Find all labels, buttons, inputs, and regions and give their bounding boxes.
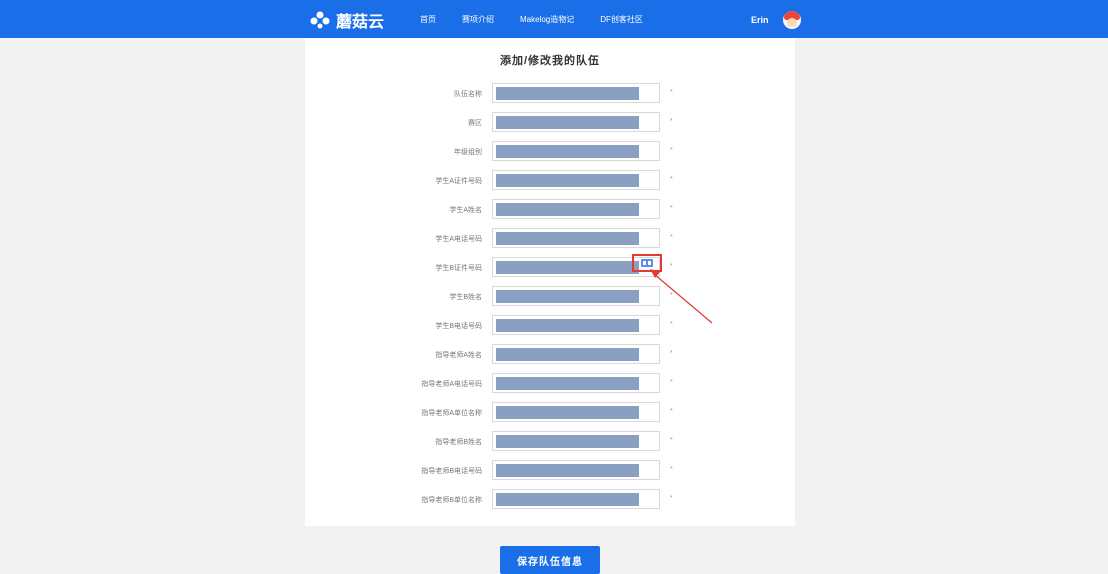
- required-mark: *: [670, 118, 673, 125]
- field-label: 指导老师B电话号码: [421, 468, 482, 475]
- field-label: 指导老师B单位名称: [421, 497, 482, 504]
- form-row: 学生A姓名 *: [305, 199, 795, 221]
- form-row: 队伍名称 *: [305, 83, 795, 105]
- save-team-button[interactable]: 保存队伍信息: [500, 546, 600, 574]
- redacted-value: [496, 435, 639, 448]
- field-label: 指导老师A单位名称: [421, 410, 482, 417]
- form-row: 赛区 *: [305, 112, 795, 134]
- text-input[interactable]: [492, 286, 660, 306]
- redacted-value: [496, 203, 639, 216]
- redacted-value: [496, 87, 639, 100]
- required-mark: *: [670, 379, 673, 386]
- redacted-value: [496, 348, 639, 361]
- form-row: 指导老师A姓名 *: [305, 344, 795, 366]
- text-input[interactable]: [492, 489, 660, 509]
- field-label: 学生B证件号码: [435, 265, 482, 272]
- text-input[interactable]: [492, 199, 660, 219]
- required-mark: *: [670, 263, 673, 270]
- field-label: 学生B电话号码: [435, 323, 482, 330]
- redacted-value: [496, 290, 639, 303]
- site-logo[interactable]: 蘑菇云: [310, 10, 385, 31]
- nav-makelog[interactable]: Makelog造物记: [520, 14, 574, 25]
- id-card-icon[interactable]: [641, 259, 653, 267]
- form-row: 年级组别 *: [305, 141, 795, 163]
- redacted-value: [496, 116, 639, 129]
- main-nav: 首页 赛项介绍 Makelog造物记 DF创客社区: [420, 14, 643, 25]
- required-mark: *: [670, 408, 673, 415]
- required-mark: *: [670, 205, 673, 212]
- field-label: 年级组别: [454, 149, 482, 156]
- nav-home[interactable]: 首页: [420, 14, 436, 25]
- redacted-value: [496, 493, 639, 506]
- avatar[interactable]: [782, 11, 801, 29]
- redacted-value: [496, 406, 639, 419]
- logo-text: 蘑菇云: [336, 14, 385, 31]
- text-input[interactable]: [492, 373, 660, 393]
- field-label: 赛区: [468, 120, 482, 127]
- redacted-value: [496, 464, 639, 477]
- redacted-value: [496, 377, 639, 390]
- required-mark: *: [670, 234, 673, 241]
- team-form-card: 添加/修改我的队伍 队伍名称 * 赛区 * 年级组别 * 学生A证件号码 * 学生A姓名 * 学生A…: [305, 38, 795, 526]
- field-label: 学生A证件号码: [435, 178, 482, 185]
- required-mark: *: [670, 437, 673, 444]
- text-input[interactable]: [492, 344, 660, 364]
- field-label: 指导老师A电话号码: [421, 381, 482, 388]
- form-row: 学生B电话号码 *: [305, 315, 795, 337]
- required-mark: *: [670, 89, 673, 96]
- field-label: 学生B姓名: [449, 294, 482, 301]
- redacted-value: [496, 145, 639, 158]
- text-input[interactable]: [492, 315, 660, 335]
- text-input[interactable]: [492, 402, 660, 422]
- required-mark: *: [670, 495, 673, 502]
- form-row: 学生B姓名 *: [305, 286, 795, 308]
- redacted-value: [496, 261, 639, 274]
- redacted-value: [496, 319, 639, 332]
- text-input[interactable]: [492, 228, 660, 248]
- required-mark: *: [670, 292, 673, 299]
- form-row: 学生B证件号码 *: [305, 257, 795, 279]
- redacted-value: [496, 174, 639, 187]
- form-row: 指导老师A单位名称 *: [305, 402, 795, 424]
- text-input[interactable]: [492, 112, 660, 132]
- form-row: 指导老师B电话号码 *: [305, 460, 795, 482]
- required-mark: *: [670, 321, 673, 328]
- required-mark: *: [670, 350, 673, 357]
- required-mark: *: [670, 466, 673, 473]
- top-nav-bar: 蘑菇云 首页 赛项介绍 Makelog造物记 DF创客社区 Erin: [0, 0, 1108, 38]
- nav-competition-intro[interactable]: 赛项介绍: [462, 14, 494, 25]
- field-label: 指导老师A姓名: [435, 352, 482, 359]
- required-mark: *: [670, 176, 673, 183]
- field-label: 队伍名称: [454, 91, 482, 98]
- required-mark: *: [670, 147, 673, 154]
- field-label: 学生A电话号码: [435, 236, 482, 243]
- text-input[interactable]: [492, 431, 660, 451]
- form-row: 指导老师B姓名 *: [305, 431, 795, 453]
- text-input[interactable]: [492, 83, 660, 103]
- text-input[interactable]: [492, 141, 660, 161]
- form-row: 学生A证件号码 *: [305, 170, 795, 192]
- form-row: 指导老师A电话号码 *: [305, 373, 795, 395]
- form-row: 学生A电话号码 *: [305, 228, 795, 250]
- mushroom-logo-icon: [310, 11, 330, 29]
- field-label: 学生A姓名: [449, 207, 482, 214]
- user-menu[interactable]: Erin: [751, 11, 801, 29]
- form-row: 指导老师B单位名称 *: [305, 489, 795, 511]
- text-input[interactable]: [492, 460, 660, 480]
- text-input[interactable]: [492, 170, 660, 190]
- page-title: 添加/修改我的队伍: [499, 55, 601, 67]
- field-label: 指导老师B姓名: [435, 439, 482, 446]
- nav-df-community[interactable]: DF创客社区: [600, 14, 643, 25]
- redacted-value: [496, 232, 639, 245]
- username[interactable]: Erin: [751, 15, 769, 25]
